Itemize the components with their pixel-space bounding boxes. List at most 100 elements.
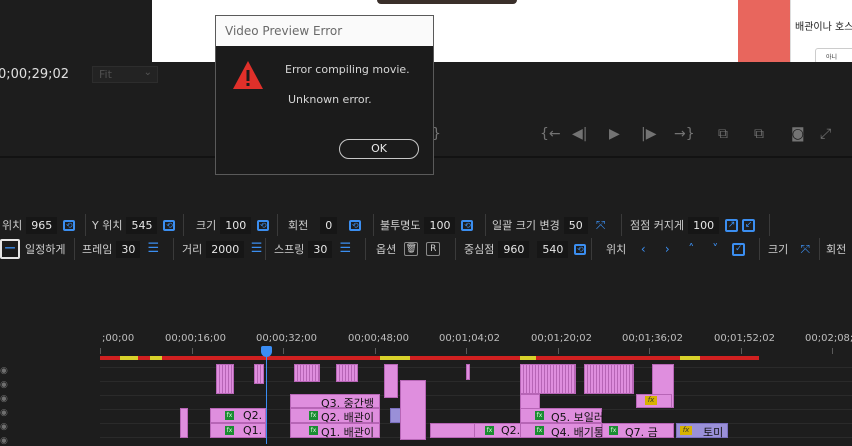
timeline-clip[interactable] — [400, 380, 426, 440]
reset-link-icon[interactable]: ⟲ — [461, 219, 474, 231]
side-card: 배관이나 호스 아니 — [790, 0, 852, 64]
position-y-group: Y 위치 545 ⟲ — [92, 214, 184, 236]
position-x-input[interactable]: 965 — [26, 216, 58, 234]
play-back-icon[interactable]: ◀| — [572, 126, 587, 142]
list-icon[interactable]: ☰ — [338, 242, 352, 256]
playhead-timecode[interactable]: 0;00;29;02 — [0, 67, 69, 82]
timeline-clip[interactable]: fx Q2. — [474, 423, 524, 438]
timeline-clip[interactable]: fx Q1. 배관이 — [290, 423, 380, 439]
ruler-label: 00;01;52;02 — [714, 333, 776, 344]
timeline-clip[interactable]: Q3. 중간뱅 — [290, 394, 380, 410]
anchor-x-input[interactable]: 960 — [498, 240, 530, 258]
position-y-label: Y 위치 — [92, 219, 123, 232]
clip-label: Q1. 배관이 — [321, 426, 375, 439]
step-forward-icon[interactable]: →} — [674, 126, 695, 142]
eye-icon[interactable]: ◉ — [0, 366, 10, 376]
batch-scale-label: 일괄 크기 변경 — [492, 219, 560, 232]
step-back-icon[interactable]: {← — [540, 126, 561, 142]
timeline-clip[interactable] — [384, 364, 398, 398]
video-preview-error-dialog: Video Preview Error Error compiling movi… — [215, 15, 434, 175]
overwrite-icon[interactable]: ⧉ — [754, 126, 764, 142]
shrink-box-icon[interactable]: ↙ — [742, 218, 756, 232]
anchor-y-input[interactable]: 540 — [537, 240, 569, 258]
reset-r-button[interactable]: R — [426, 242, 441, 256]
reset-link-icon[interactable]: ⟲ — [63, 219, 76, 231]
warning-icon — [233, 61, 263, 89]
playhead-line[interactable] — [266, 354, 267, 444]
eye-icon[interactable]: ◉ — [0, 408, 10, 418]
grow-box-icon[interactable]: ↗ — [725, 218, 739, 232]
arrow-up-icon[interactable]: ˄ — [684, 242, 698, 256]
scale-input[interactable]: 100 — [220, 216, 252, 234]
eye-icon[interactable]: ◉ — [0, 380, 10, 390]
line-icon: — — [0, 239, 20, 259]
video-tracks[interactable]: Q3. 중간뱅 fx Q2. 배관이 fx Q1. 배관이 fx Q2. fx … — [100, 360, 852, 444]
chevron-down-icon: ⌄ — [143, 67, 152, 78]
ruler-label: ;00;00 — [102, 333, 135, 344]
arrow-right-icon[interactable]: › — [660, 242, 674, 256]
camera-icon[interactable]: ◙ — [791, 126, 805, 142]
expand-arrows-icon[interactable]: ⤧ — [594, 218, 608, 232]
reset-link-icon[interactable]: ⟲ — [349, 219, 362, 231]
zoom-fit-select[interactable]: Fit ⌄ — [92, 66, 158, 83]
list-icon[interactable]: ☰ — [250, 242, 263, 256]
clip-label: Q1. — [243, 424, 263, 437]
position-y-input[interactable]: 545 — [126, 216, 158, 234]
batch-scale-input[interactable]: 50 — [563, 216, 588, 234]
timeline-clip[interactable] — [216, 364, 234, 394]
fullscreen-icon[interactable]: ⤢ — [820, 126, 831, 142]
time-ruler[interactable]: ;00;00 00;00;16;00 00;00;32;00 00;00;48;… — [100, 328, 852, 358]
consistent-option[interactable]: 일정하게 — [25, 238, 75, 260]
opacity-input[interactable]: 100 — [424, 216, 456, 234]
distance-input[interactable]: 2000 — [206, 240, 245, 258]
rotation-group: 회전 0 ⟲ — [288, 214, 374, 236]
reset-link-icon[interactable]: ⟲ — [163, 219, 176, 231]
preview-side-panel: 배관이나 호스 아니 — [738, 0, 852, 64]
frame-input[interactable]: 30 — [116, 240, 141, 258]
timeline-clip[interactable]: fx Q2. 배관이 — [290, 408, 380, 424]
eye-icon[interactable]: ◉ — [0, 394, 10, 404]
timeline-clip[interactable] — [336, 364, 358, 382]
ok-button[interactable]: OK — [339, 139, 419, 159]
timeline-clip[interactable] — [254, 364, 264, 384]
timeline-clip[interactable]: fx — [636, 394, 672, 408]
timeline-clip[interactable]: fx Q7. 금 — [602, 423, 674, 439]
ruler-label: 00;02;08;0 — [805, 333, 852, 344]
timeline-clip[interactable]: fx Q2. — [210, 408, 266, 423]
trash-icon[interactable]: 🗑 — [404, 242, 419, 256]
grow-label: 점점 커지게 — [630, 219, 685, 232]
grow-input[interactable]: 100 — [688, 216, 720, 234]
arrow-down-icon[interactable]: ˅ — [708, 242, 722, 256]
ruler-label: 00;01;36;02 — [622, 333, 684, 344]
scale-group: 크기 100 ⟲ — [196, 214, 278, 236]
distance-group: 거리 2000 ☰ — [182, 238, 266, 260]
arrow-left-icon[interactable]: ‹ — [636, 242, 650, 256]
error-message: Error compiling movie. — [285, 63, 410, 76]
timeline-clip[interactable] — [180, 408, 188, 438]
ease-toggle[interactable]: — — [0, 238, 20, 260]
anchor-label: 중심점 — [464, 243, 495, 256]
timeline-clip[interactable] — [466, 364, 470, 380]
timeline-clip[interactable]: fx Q4. 배기통 — [520, 423, 604, 439]
ruler-label: 00;00;16;00 — [165, 333, 227, 344]
reset-link-icon[interactable]: ⟲ — [574, 243, 587, 255]
eye-icon[interactable]: ◉ — [0, 436, 10, 446]
eye-icon[interactable]: ◉ — [0, 422, 10, 432]
fx-badge-icon: fx — [680, 426, 692, 435]
timeline-clip[interactable] — [584, 364, 634, 394]
play-forward-icon[interactable]: |▶ — [641, 126, 656, 142]
timeline-clip[interactable]: fx 토미 — [676, 423, 728, 439]
insert-icon[interactable]: ⧉ — [718, 126, 728, 142]
checkbox-icon[interactable]: ✓ — [732, 242, 746, 256]
playhead-handle[interactable] — [261, 346, 272, 357]
list-icon[interactable]: ☰ — [146, 242, 160, 256]
play-icon[interactable]: ▶ — [609, 126, 620, 142]
timeline-clip[interactable] — [294, 364, 320, 382]
timeline-clip[interactable]: fx Q1. — [210, 423, 266, 438]
timeline-clip[interactable] — [520, 364, 576, 394]
rotation-input[interactable]: 0 — [320, 216, 338, 234]
expand-arrows-icon[interactable]: ⤧ — [798, 242, 812, 256]
timeline-clip[interactable]: fx Q5. 보일러 — [520, 408, 604, 424]
spring-input[interactable]: 30 — [308, 240, 333, 258]
reset-link-icon[interactable]: ⟲ — [257, 219, 270, 231]
